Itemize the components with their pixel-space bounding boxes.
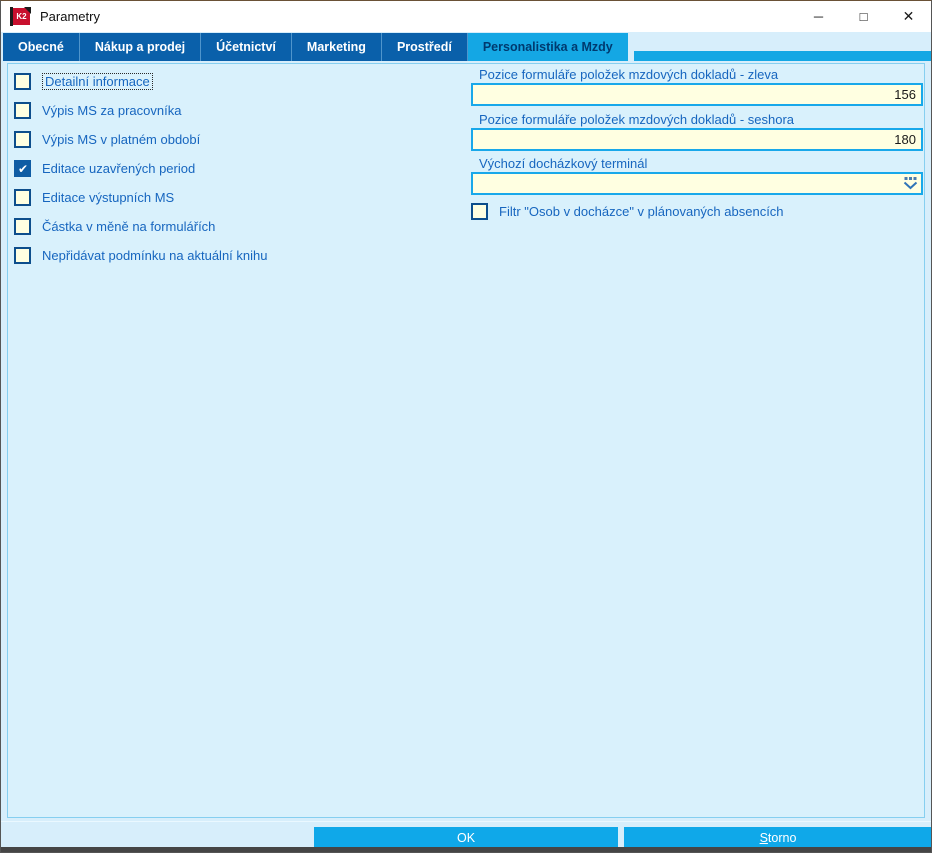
tab-bar-accent-strip [633, 51, 931, 61]
checkbox-castka-v-mene-na-formularich[interactable]: Částka v měně na formulářích [14, 218, 267, 235]
checkbox-label: Nepřidávat podmínku na aktuální knihu [42, 248, 268, 263]
checkbox-nepridavat-podminku[interactable]: Nepřidávat podmínku na aktuální knihu [14, 247, 267, 264]
checkbox-box[interactable] [14, 102, 31, 119]
k2-logo-icon: K2 [10, 7, 31, 26]
minimize-button[interactable]: ─ [796, 1, 841, 32]
field-label-dochazkovy-terminal: Výchozí docházkový terminál [479, 156, 648, 171]
input-pozice-zleva[interactable] [471, 83, 923, 106]
checkbox-editace-vystupnich-ms[interactable]: Editace výstupních MS [14, 189, 267, 206]
checkbox-filtr-osob-v-dochazce[interactable]: Filtr "Osob v docházce" v plánovaných ab… [471, 203, 923, 220]
left-options-column: Detailní informace Výpis MS za pracovník… [14, 73, 267, 276]
checkbox-label: Částka v měně na formulářích [42, 219, 216, 234]
window-bottom-edge [1, 847, 931, 852]
checkbox-label: Výpis MS za pracovníka [42, 103, 182, 118]
checkbox-box-checked[interactable] [14, 160, 31, 177]
parametry-dialog: K2 Parametry ─ □ ✕ Obecné Nákup a prodej… [0, 0, 932, 853]
storno-button-label: Storno [759, 831, 797, 845]
dropdown-icon[interactable] [903, 177, 918, 190]
field-label-pozice-zleva: Pozice formuláře položek mzdových doklad… [479, 67, 779, 82]
checkbox-box[interactable] [471, 203, 488, 220]
checkbox-box[interactable] [14, 247, 31, 264]
input-pozice-seshora[interactable] [471, 128, 923, 151]
right-fields-column: Pozice formuláře položek mzdových doklad… [471, 67, 923, 232]
tab-personalistika-a-mzdy[interactable]: Personalistika a Mzdy [467, 33, 628, 61]
checkbox-detailni-informace[interactable]: Detailní informace [14, 73, 267, 90]
checkbox-box[interactable] [14, 218, 31, 235]
window-title: Parametry [40, 9, 100, 24]
tab-content-panel: Detailní informace Výpis MS za pracovník… [7, 63, 925, 818]
tab-nakup-a-prodej[interactable]: Nákup a prodej [79, 33, 202, 61]
checkbox-label: Editace uzavřených period [42, 161, 196, 176]
checkbox-label: Detailní informace [42, 73, 153, 90]
maximize-icon: □ [859, 9, 868, 24]
footer-separator [1, 821, 931, 822]
close-button[interactable]: ✕ [886, 1, 931, 32]
field-label-pozice-seshora: Pozice formuláře položek mzdových doklad… [479, 112, 795, 127]
title-bar: K2 Parametry ─ □ ✕ [1, 1, 931, 32]
checkbox-box[interactable] [14, 131, 31, 148]
ok-button[interactable]: OK [314, 827, 618, 849]
ok-button-label: OK [456, 831, 476, 845]
storno-button[interactable]: Storno [624, 827, 931, 849]
combo-input[interactable] [471, 172, 923, 195]
checkbox-editace-uzavrenych-period[interactable]: Editace uzavřených period [14, 160, 267, 177]
tab-marketing[interactable]: Marketing [291, 33, 382, 61]
minimize-icon: ─ [813, 9, 824, 24]
tab-obecne[interactable]: Obecné [3, 33, 80, 61]
tab-bar: Obecné Nákup a prodej Účetnictví Marketi… [1, 33, 931, 61]
checkbox-box[interactable] [14, 189, 31, 206]
combo-dochazkovy-terminal[interactable] [471, 172, 923, 195]
maximize-button[interactable]: □ [841, 1, 886, 32]
checkbox-label: Editace výstupních MS [42, 190, 175, 205]
checkbox-label: Výpis MS v platném období [42, 132, 201, 147]
checkbox-label: Filtr "Osob v docházce" v plánovaných ab… [499, 204, 784, 219]
tab-ucetnictvi[interactable]: Účetnictví [201, 33, 292, 61]
checkbox-vypis-ms-za-pracovnika[interactable]: Výpis MS za pracovníka [14, 102, 267, 119]
close-icon: ✕ [902, 8, 915, 24]
checkbox-vypis-ms-v-platnem-obdobi[interactable]: Výpis MS v platném období [14, 131, 267, 148]
tab-prostredi[interactable]: Prostředí [381, 33, 468, 61]
window-controls: ─ □ ✕ [796, 1, 931, 32]
checkbox-box[interactable] [14, 73, 31, 90]
